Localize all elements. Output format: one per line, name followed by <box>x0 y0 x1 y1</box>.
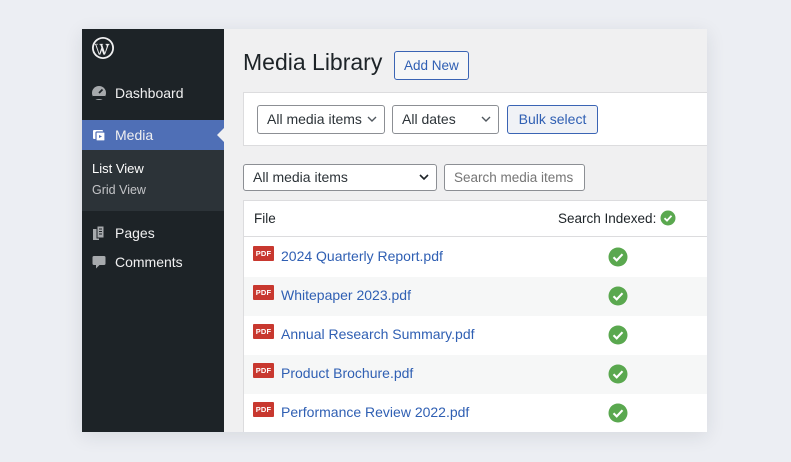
table-row[interactable]: PDF Performance Review 2022.pdf <box>244 394 707 432</box>
pdf-file-icon: PDF <box>253 324 274 339</box>
main-content: Media Library Add New All media items Al… <box>224 29 707 432</box>
table-row[interactable]: PDF Whitepaper 2023.pdf <box>244 277 707 316</box>
pdf-file-icon: PDF <box>253 246 274 261</box>
file-name-link[interactable]: Product Brochure.pdf <box>281 365 413 381</box>
check-circle-icon <box>608 325 628 345</box>
sidebar-item-comments[interactable]: Comments <box>82 247 224 277</box>
chevron-down-icon <box>481 116 491 122</box>
comments-icon <box>91 254 107 270</box>
admin-sidebar: Dashboard Media List View Grid View Page… <box>82 29 224 432</box>
sidebar-item-label: Dashboard <box>115 85 184 101</box>
file-name-link[interactable]: Whitepaper 2023.pdf <box>281 287 411 303</box>
media-icon <box>91 127 107 143</box>
pdf-file-icon: PDF <box>253 363 274 378</box>
sidebar-item-pages[interactable]: Pages <box>82 218 224 248</box>
column-header-file[interactable]: File <box>254 211 276 226</box>
media-type-filter-value: All media items <box>267 111 362 127</box>
search-type-value: All media items <box>253 169 348 185</box>
sidebar-item-label: Pages <box>115 225 155 241</box>
search-type-select[interactable]: All media items <box>243 164 437 191</box>
file-name-link[interactable]: Annual Research Summary.pdf <box>281 326 475 342</box>
search-media-input[interactable] <box>444 164 585 191</box>
file-name-link[interactable]: Performance Review 2022.pdf <box>281 404 469 420</box>
chevron-down-icon <box>419 174 429 181</box>
file-name-link[interactable]: 2024 Quarterly Report.pdf <box>281 248 443 264</box>
sidebar-item-label: Media <box>115 127 154 143</box>
app-window: Dashboard Media List View Grid View Page… <box>82 29 707 432</box>
table-row[interactable]: PDF 2024 Quarterly Report.pdf <box>244 238 707 277</box>
chevron-down-icon <box>367 116 377 122</box>
check-circle-icon <box>608 247 628 267</box>
check-circle-icon <box>608 364 628 384</box>
table-row[interactable]: PDF Annual Research Summary.pdf <box>244 316 707 355</box>
date-filter-select[interactable]: All dates <box>392 105 499 134</box>
pages-icon <box>91 225 107 241</box>
wordpress-logo-icon[interactable] <box>91 36 115 60</box>
media-submenu: List View Grid View <box>82 150 224 211</box>
column-header-search-indexed[interactable]: Search Indexed: <box>558 211 656 226</box>
add-new-button[interactable]: Add New <box>394 51 469 80</box>
submenu-item-list-view[interactable]: List View <box>92 161 144 176</box>
media-filter-bar: All media items All dates Bulk select <box>243 92 707 146</box>
pdf-file-icon: PDF <box>253 285 274 300</box>
table-header: File Search Indexed: <box>244 201 707 237</box>
table-row[interactable]: PDF Product Brochure.pdf <box>244 355 707 394</box>
check-circle-icon <box>608 403 628 423</box>
media-type-filter-select[interactable]: All media items <box>257 105 385 134</box>
pdf-file-icon: PDF <box>253 402 274 417</box>
media-table: File Search Indexed: PDF 2024 Quarterly … <box>243 200 707 432</box>
page-title: Media Library <box>243 49 383 75</box>
check-circle-icon <box>660 210 676 226</box>
check-circle-icon <box>608 286 628 306</box>
sidebar-item-label: Comments <box>115 254 183 270</box>
bulk-select-button[interactable]: Bulk select <box>507 105 598 134</box>
sidebar-item-media[interactable]: Media <box>82 120 224 150</box>
sidebar-item-dashboard[interactable]: Dashboard <box>82 78 224 108</box>
dashboard-icon <box>91 85 107 101</box>
submenu-item-grid-view[interactable]: Grid View <box>92 183 146 197</box>
date-filter-value: All dates <box>402 111 456 127</box>
